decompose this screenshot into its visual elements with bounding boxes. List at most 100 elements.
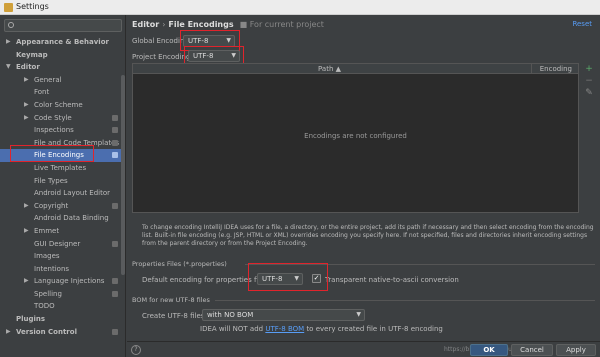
sidebar-item-label: Intentions [34, 264, 70, 273]
sidebar-item-label: Spelling [34, 289, 62, 298]
page-title: File Encodings [168, 20, 234, 29]
collapsed-arrow-icon[interactable]: ▶ [24, 275, 29, 288]
sidebar-item-label: Version Control [16, 327, 77, 336]
project-scope-icon [112, 290, 118, 297]
collapsed-arrow-icon[interactable]: ▶ [24, 225, 29, 238]
sidebar-item-label: Plugins [16, 315, 46, 324]
project-scope-icon [112, 278, 118, 285]
sidebar-item-label: Android Layout Editor [34, 189, 111, 198]
settings-tree: ▶ Appearance & Behavior Keymap ▼ Editor ▶ Gene… [0, 36, 122, 338]
sidebar-item-label: TODO [34, 302, 55, 311]
collapsed-arrow-icon[interactable]: ▶ [6, 326, 11, 339]
ok-button[interactable]: OK [470, 344, 508, 356]
breadcrumb: Editor › File Encodings ■ For current proje… [132, 20, 324, 29]
sidebar-item-label: Font [34, 88, 50, 97]
project-scope-icon [112, 139, 118, 146]
sidebar-item-label: Code Style [34, 113, 72, 122]
window-title: Settings [16, 2, 49, 11]
expanded-arrow-icon[interactable]: ▼ [6, 61, 11, 74]
sidebar-item-label: File Types [34, 176, 68, 185]
sidebar-item-label: Emmet [34, 226, 60, 235]
collapsed-arrow-icon[interactable]: ▶ [24, 112, 29, 125]
search-input[interactable] [4, 19, 122, 32]
table-toolbar: + − ✎ [582, 63, 596, 99]
highlight-box [10, 145, 94, 162]
add-icon[interactable]: + [582, 63, 596, 75]
encoding-description: To change encoding IntelliJ IDEA uses fo… [142, 224, 594, 247]
encodings-table[interactable]: Path ▲ Encoding Encodings are not config… [132, 63, 579, 213]
sidebar-item[interactable]: TODO [0, 300, 122, 313]
project-scope-icon [112, 152, 118, 159]
file-encodings-panel: Editor › File Encodings ■ For current proje… [127, 15, 600, 357]
table-header: Path ▲ Encoding [133, 64, 578, 74]
bom-note: IDEA will NOT add UTF-8 BOM to every cre… [200, 325, 443, 333]
scope-note: ■ For current project [239, 20, 324, 29]
sidebar-item[interactable]: Android Layout Editor [0, 187, 122, 200]
sidebar-item-label: GUI Designer [34, 239, 81, 248]
sidebar-item[interactable]: ▶ Copyright [0, 200, 122, 213]
sidebar-item[interactable]: ▶ Version Control [0, 326, 122, 339]
sidebar-item[interactable]: Images [0, 250, 122, 263]
highlight-box [248, 263, 328, 291]
edit-icon[interactable]: ✎ [582, 87, 596, 99]
dialog-footer: ? https://blog.csdn.net/u011851478 OK Ca… [127, 341, 600, 357]
collapsed-arrow-icon[interactable]: ▶ [6, 36, 11, 49]
section-divider [215, 300, 595, 301]
bom-section-title: BOM for new UTF-8 files [132, 296, 210, 304]
reset-link[interactable]: Reset [572, 20, 592, 28]
column-divider [531, 64, 532, 74]
column-path[interactable]: Path ▲ [318, 65, 341, 73]
sidebar-item-label: Inspections [34, 126, 74, 135]
sidebar-item[interactable]: Intentions [0, 263, 122, 276]
sidebar-item-label: Language Injections [34, 277, 105, 286]
sidebar-item[interactable]: Android Data Binding [0, 212, 122, 225]
sidebar-item[interactable]: Plugins [0, 313, 122, 326]
sidebar-item-label: General [34, 75, 62, 84]
remove-icon[interactable]: − [582, 75, 596, 87]
collapsed-arrow-icon[interactable]: ▶ [24, 74, 29, 87]
transparent-label: Transparent native-to-ascii conversion [325, 276, 459, 284]
cancel-button[interactable]: Cancel [511, 344, 553, 356]
sidebar-item[interactable]: ▶ General [0, 74, 122, 87]
sidebar-item-label: Images [34, 252, 60, 261]
project-scope-icon [112, 114, 118, 121]
sidebar-item[interactable]: File Types [0, 175, 122, 188]
sidebar-item-label: Android Data Binding [34, 214, 109, 223]
sidebar-scrollbar[interactable] [121, 75, 125, 275]
sidebar-item[interactable]: Keymap [0, 49, 122, 62]
sidebar-item[interactable]: ▶ Appearance & Behavior [0, 36, 122, 49]
utf8-bom-link[interactable]: UTF-8 BOM [265, 325, 304, 333]
sidebar-item[interactable]: Inspections [0, 124, 122, 137]
sidebar-item[interactable]: Spelling [0, 288, 122, 301]
sidebar-item-label: Copyright [34, 201, 69, 210]
apply-button[interactable]: Apply [556, 344, 596, 356]
settings-sidebar: ▶ Appearance & Behavior Keymap ▼ Editor ▶ Gene… [0, 15, 126, 357]
sidebar-item-label: Appearance & Behavior [16, 38, 109, 46]
sidebar-item[interactable]: ▶ Language Injections [0, 275, 122, 288]
collapsed-arrow-icon[interactable]: ▶ [24, 99, 29, 112]
search-icon [8, 22, 14, 28]
sidebar-item[interactable]: Font [0, 86, 122, 99]
sidebar-item-label: Editor [16, 63, 40, 72]
breadcrumb-parent: Editor [132, 20, 160, 29]
breadcrumb-separator: › [162, 20, 166, 29]
sidebar-item[interactable]: ▶ Emmet [0, 225, 122, 238]
collapsed-arrow-icon[interactable]: ▶ [24, 200, 29, 213]
sidebar-item-label: Color Scheme [34, 100, 83, 109]
project-scope-icon [112, 328, 118, 335]
help-icon[interactable]: ? [131, 345, 141, 355]
sidebar-item[interactable]: ▶ Code Style [0, 112, 122, 125]
properties-section-title: Properties Files (*.properties) [132, 260, 227, 268]
sidebar-item[interactable]: GUI Designer [0, 238, 122, 251]
project-scope-icon [112, 127, 118, 134]
sidebar-item-label: Keymap [16, 50, 48, 59]
sidebar-item[interactable]: ▶ Color Scheme [0, 99, 122, 112]
bom-select[interactable]: with NO BOM ▼ [202, 309, 365, 321]
column-encoding[interactable]: Encoding [540, 65, 572, 73]
chevron-down-icon: ▼ [356, 311, 361, 318]
sidebar-item[interactable]: Live Templates [0, 162, 122, 175]
sidebar-item-label: Live Templates [34, 163, 87, 172]
create-utf8-label: Create UTF-8 files: [142, 312, 207, 320]
sidebar-item[interactable]: ▼ Editor [0, 61, 122, 74]
window-titlebar: Settings [0, 0, 600, 15]
